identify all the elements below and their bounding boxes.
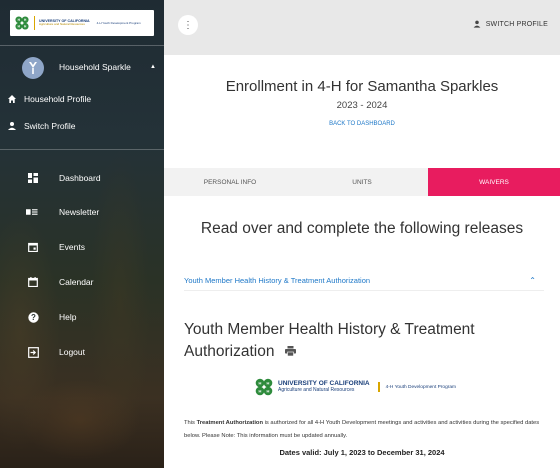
sidebar-item-switch-profile[interactable]: Switch Profile xyxy=(0,119,164,133)
print-icon[interactable] xyxy=(284,341,296,363)
sidebar: HHHH UNIVERSITY OF CALIFORNIA Agricultur… xyxy=(0,0,164,468)
page-title: Enrollment in 4-H for Samantha Sparkles xyxy=(225,78,499,95)
sidebar-item-logout[interactable]: Logout xyxy=(0,345,164,359)
tab-units[interactable]: UNITS xyxy=(296,168,428,196)
enrollment-tabs: PERSONAL INFO UNITS WAIVERS xyxy=(164,168,560,196)
clover-avatar-icon xyxy=(29,62,37,74)
waiver-accordion-header[interactable]: Youth Member Health History & Treatment … xyxy=(184,271,544,291)
ucanr-logo[interactable]: HHHH UNIVERSITY OF CALIFORNIA Agricultur… xyxy=(10,10,154,36)
logo-program: 4-H Youth Development Program xyxy=(96,21,141,25)
sidebar-item-newsletter[interactable]: Newsletter xyxy=(0,205,164,219)
logout-icon xyxy=(27,346,39,358)
sidebar-item-dashboard[interactable]: Dashboard xyxy=(0,171,164,185)
sidebar-item-label: Household Profile xyxy=(24,94,92,104)
enrollment-year: 2023 - 2024 xyxy=(336,100,388,111)
sidebar-item-events[interactable]: Events xyxy=(0,240,164,254)
svg-text:H: H xyxy=(267,381,270,386)
authorization-text: This Treatment Authorization is authoriz… xyxy=(184,417,554,443)
logo-division: Agriculture and Natural Resources xyxy=(278,386,355,393)
clover-icon: H HH H xyxy=(15,16,29,30)
svg-text:?: ? xyxy=(31,313,36,322)
account-menu[interactable]: Household Sparkle xyxy=(59,62,131,72)
more-vert-icon: ⋮ xyxy=(183,19,193,31)
sidebar-item-calendar[interactable]: Calendar xyxy=(0,275,164,289)
switch-profile-label: SWITCH PROFILE xyxy=(485,20,548,28)
logo-division: Agriculture and Natural Resources xyxy=(39,22,85,27)
accordion-label: Youth Member Health History & Treatment … xyxy=(184,276,371,285)
sidebar-divider xyxy=(0,45,164,46)
caret-up-icon[interactable]: ▲ xyxy=(150,64,156,70)
sidebar-item-label: Events xyxy=(59,242,85,252)
sidebar-item-household-profile[interactable]: Household Profile xyxy=(0,92,164,106)
newsletter-icon xyxy=(26,206,38,218)
sidebar-item-label: Help xyxy=(59,312,77,322)
clover-icon: H HH H xyxy=(255,378,273,396)
sidebar-item-label: Calendar xyxy=(59,277,94,287)
avatar[interactable] xyxy=(22,57,44,79)
waiver-title: Youth Member Health History & Treatment … xyxy=(184,319,524,363)
calendar-icon xyxy=(27,276,39,288)
svg-text:H: H xyxy=(267,389,270,394)
chevron-up-icon: ⌃ xyxy=(529,276,536,285)
sidebar-item-label: Switch Profile xyxy=(24,121,76,131)
back-to-dashboard-link[interactable]: BACK TO DASHBOARD xyxy=(164,121,560,127)
svg-text:H: H xyxy=(259,381,262,386)
more-menu-button[interactable]: ⋮ xyxy=(178,15,198,35)
sidebar-item-help[interactable]: ? Help xyxy=(0,310,164,324)
account-name: Household Sparkle xyxy=(59,62,131,72)
sidebar-item-label: Newsletter xyxy=(59,207,100,217)
sidebar-item-label: Logout xyxy=(59,347,85,357)
person-icon xyxy=(6,120,18,132)
body-prefix: This xyxy=(184,420,197,426)
help-icon: ? xyxy=(27,311,39,323)
tab-personal-info[interactable]: PERSONAL INFO xyxy=(164,168,296,196)
logo-program: 4-H Youth Development Program xyxy=(385,384,457,390)
body-bold: Treatment Authorization xyxy=(196,420,264,426)
sidebar-item-label: Dashboard xyxy=(59,173,101,183)
uc-anr-logo: HHHH UNIVERSITY OF CALIFORNIA Agricultur… xyxy=(254,377,456,397)
waiver-title-text: Youth Member Health History & Treatment … xyxy=(184,321,475,361)
tab-waivers[interactable]: WAIVERS xyxy=(428,168,560,196)
person-icon xyxy=(473,20,481,28)
main-content: Enrollment in 4-H for Samantha Sparkles … xyxy=(164,55,560,468)
events-icon xyxy=(27,241,39,253)
valid-dates: Dates valid: July 1, 2023 to December 31… xyxy=(279,448,445,457)
dashboard-icon xyxy=(27,172,39,184)
svg-text:H: H xyxy=(259,389,262,394)
switch-profile-button[interactable]: SWITCH PROFILE xyxy=(473,20,548,28)
home-icon xyxy=(6,93,18,105)
section-heading: Read over and complete the following rel… xyxy=(200,220,524,237)
sidebar-divider xyxy=(0,149,164,150)
top-bar: ⋮ SWITCH PROFILE xyxy=(164,0,560,55)
